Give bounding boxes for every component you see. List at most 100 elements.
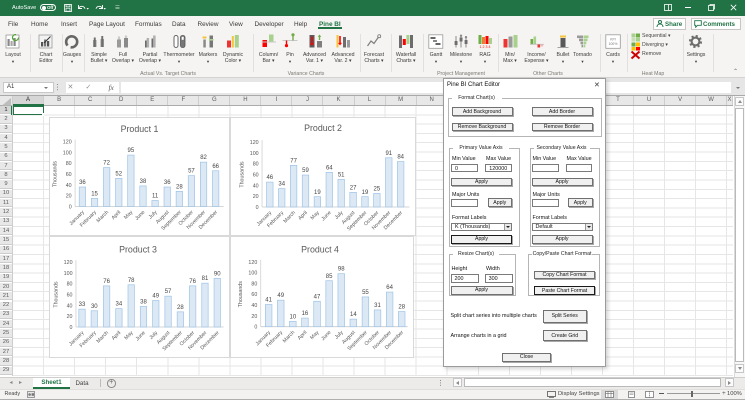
svg-text:47: 47 (314, 294, 321, 300)
svg-text:Product 1: Product 1 (121, 124, 159, 134)
svg-text:90: 90 (214, 271, 221, 277)
svg-text:38: 38 (140, 299, 147, 305)
svg-text:0: 0 (254, 325, 257, 331)
svg-text:May: May (123, 209, 134, 220)
svg-text:77: 77 (290, 158, 297, 164)
svg-text:33: 33 (79, 302, 86, 308)
svg-text:64: 64 (386, 285, 393, 291)
svg-text:June: June (320, 330, 332, 342)
svg-text:91: 91 (385, 151, 392, 157)
svg-text:40: 40 (67, 303, 73, 309)
svg-text:May: May (310, 210, 321, 221)
svg-text:0: 0 (256, 205, 259, 211)
svg-text:Thousands: Thousands (53, 281, 59, 308)
svg-text:80: 80 (66, 161, 72, 167)
svg-text:KPI: KPI (610, 37, 616, 41)
svg-text:March: March (283, 210, 298, 225)
svg-text:49: 49 (277, 293, 284, 299)
svg-text:76: 76 (189, 279, 196, 285)
svg-text:51: 51 (338, 172, 345, 178)
svg-text:100: 100 (64, 271, 73, 277)
svg-text:100: 100 (248, 271, 257, 277)
svg-text:March: March (282, 330, 297, 345)
svg-text:March: March (96, 330, 111, 345)
svg-text:0: 0 (69, 204, 72, 210)
svg-text:60: 60 (66, 172, 72, 178)
svg-text:May: May (123, 330, 134, 341)
svg-text:40: 40 (253, 183, 259, 189)
svg-text:34: 34 (278, 182, 285, 188)
svg-text:27: 27 (350, 185, 357, 191)
svg-text:52: 52 (115, 171, 122, 177)
svg-text:72: 72 (103, 161, 110, 167)
svg-text:Thousands: Thousands (52, 161, 58, 188)
svg-text:120: 120 (63, 140, 72, 146)
svg-text:60: 60 (251, 292, 257, 298)
svg-text:April: April (297, 330, 309, 342)
svg-text:19: 19 (362, 190, 369, 196)
svg-text:28: 28 (398, 305, 405, 311)
svg-text:Product 4: Product 4 (301, 245, 339, 255)
svg-text:100%: 100% (609, 42, 618, 46)
svg-text:June: June (135, 330, 147, 342)
svg-text:Product 2: Product 2 (304, 123, 342, 133)
svg-text:40: 40 (66, 183, 72, 189)
svg-text:85: 85 (326, 274, 333, 280)
svg-text:April: April (297, 210, 309, 222)
svg-text:1 2 3 4: 1 2 3 4 (480, 45, 491, 49)
svg-text:16: 16 (302, 311, 309, 317)
svg-text:98: 98 (338, 267, 345, 273)
svg-text:57: 57 (188, 169, 195, 175)
svg-text:May: May (309, 330, 320, 341)
svg-text:82: 82 (200, 155, 207, 161)
svg-text:38: 38 (140, 179, 147, 185)
svg-text:80: 80 (251, 281, 257, 287)
svg-text:Thousands: Thousands (239, 161, 245, 188)
svg-text:15: 15 (91, 191, 98, 197)
svg-text:60: 60 (67, 293, 73, 299)
svg-text:20: 20 (253, 194, 259, 200)
svg-text:120: 120 (64, 260, 73, 266)
svg-text:36: 36 (164, 180, 171, 186)
svg-text:June: June (134, 209, 146, 221)
svg-text:28: 28 (177, 305, 184, 311)
svg-text:46: 46 (266, 175, 273, 181)
svg-text:55: 55 (362, 290, 369, 296)
svg-text:49: 49 (152, 294, 159, 300)
svg-text:20: 20 (251, 314, 257, 320)
svg-text:20: 20 (66, 194, 72, 200)
svg-text:31: 31 (374, 303, 381, 309)
svg-text:76: 76 (103, 279, 110, 285)
svg-text:60: 60 (253, 173, 259, 179)
svg-text:81: 81 (202, 276, 209, 282)
svg-text:100: 100 (63, 150, 72, 156)
svg-text:28: 28 (176, 184, 183, 190)
svg-text:25: 25 (374, 187, 381, 193)
svg-text:March: March (96, 209, 111, 224)
svg-text:Product 3: Product 3 (119, 245, 157, 255)
svg-text:40: 40 (251, 303, 257, 309)
svg-text:20: 20 (67, 314, 73, 320)
svg-text:36: 36 (79, 180, 86, 186)
svg-text:10: 10 (289, 314, 296, 320)
svg-text:0: 0 (70, 325, 73, 331)
svg-text:59: 59 (302, 168, 309, 174)
svg-text:14: 14 (350, 312, 357, 318)
svg-text:84: 84 (397, 155, 404, 161)
svg-text:120: 120 (250, 140, 259, 146)
svg-text:100: 100 (250, 151, 259, 157)
svg-text:57: 57 (165, 289, 172, 295)
svg-text:95: 95 (128, 148, 135, 154)
svg-text:11: 11 (152, 194, 159, 200)
svg-text:80: 80 (253, 162, 259, 168)
svg-text:Thousands: Thousands (238, 281, 244, 308)
svg-text:30: 30 (91, 304, 98, 310)
svg-text:80: 80 (67, 282, 73, 288)
svg-text:66: 66 (212, 164, 219, 170)
svg-text:April: April (111, 210, 123, 222)
svg-text:78: 78 (128, 278, 135, 284)
svg-text:19: 19 (314, 190, 321, 196)
svg-text:June: June (320, 210, 332, 222)
svg-text:41: 41 (265, 298, 272, 304)
svg-text:April: April (111, 330, 123, 342)
